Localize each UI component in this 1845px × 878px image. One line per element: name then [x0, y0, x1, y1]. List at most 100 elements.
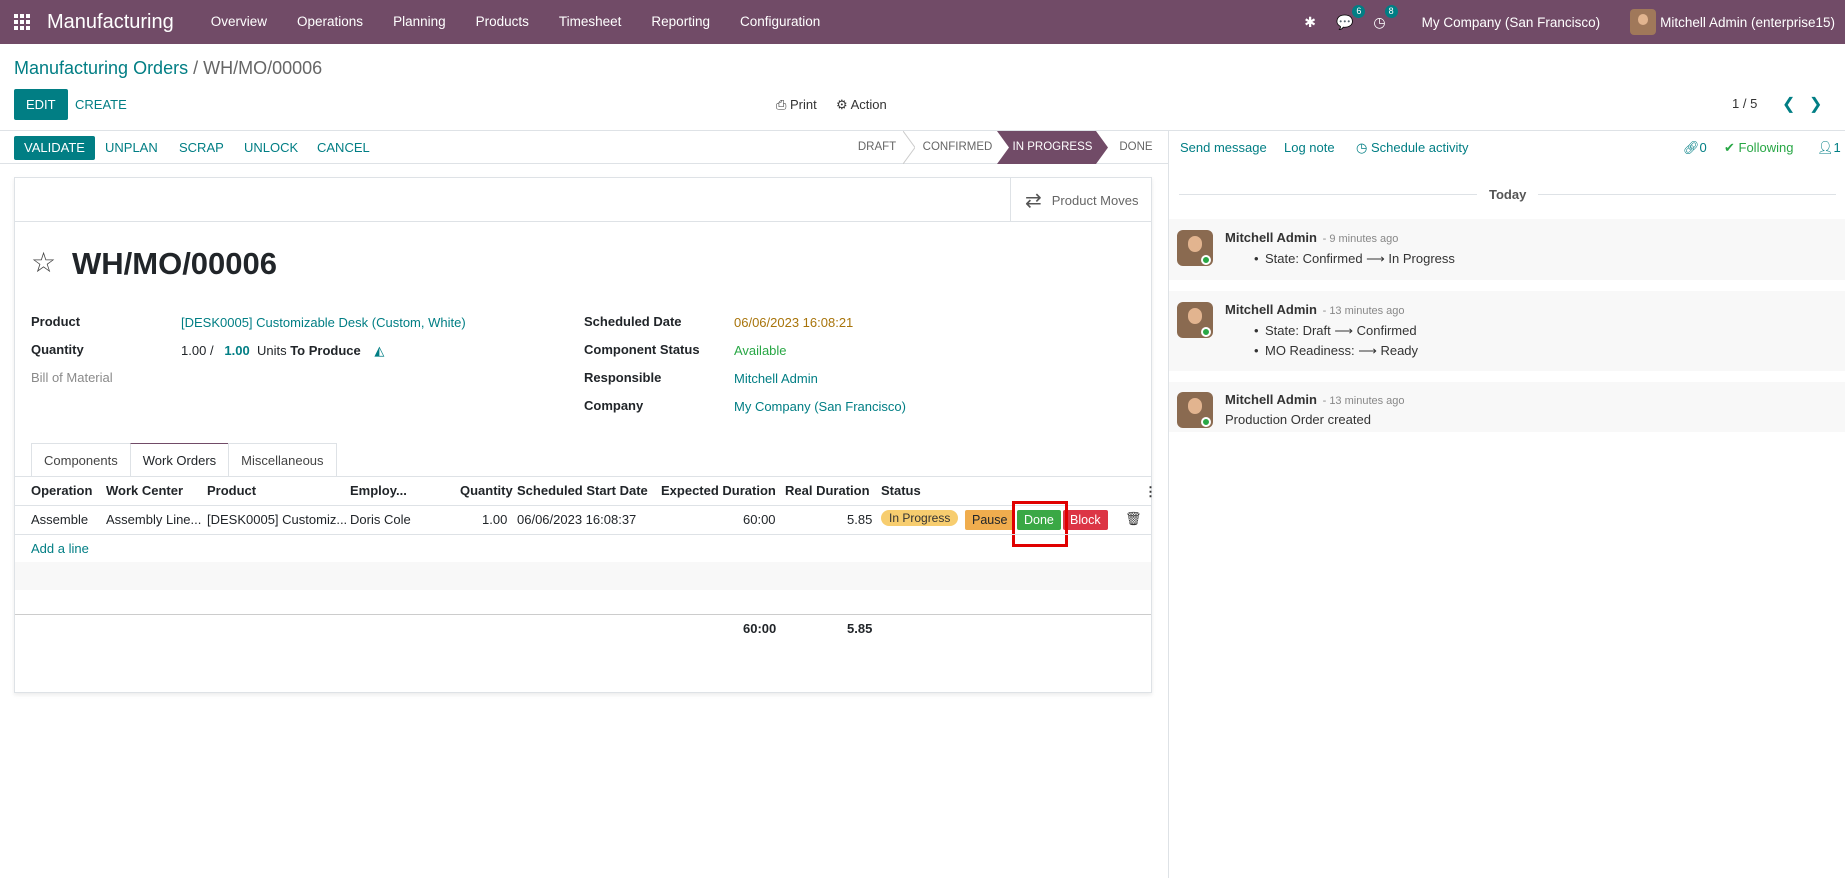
add-line-link[interactable]: Add a line: [31, 541, 89, 556]
top-navbar: Manufacturing Overview Operations Planni…: [0, 0, 1845, 44]
favorite-star-icon[interactable]: ☆: [31, 246, 56, 279]
column-expected-duration[interactable]: Expected Duration: [661, 483, 776, 498]
debug-bug-icon[interactable]: ✱: [1304, 14, 1316, 31]
schedule-activity-button[interactable]: ◷ Schedule activity: [1356, 140, 1469, 156]
unplan-button[interactable]: UNPLAN: [105, 136, 158, 160]
total-expected-duration: 60:00: [743, 621, 777, 636]
component-status-label: Component Status: [584, 342, 700, 357]
quantity-separator: /: [209, 343, 214, 358]
column-status[interactable]: Status: [881, 483, 921, 498]
forecast-chart-icon[interactable]: ◭: [374, 343, 384, 358]
column-product[interactable]: Product: [207, 483, 256, 498]
following-button[interactable]: ✔ Following: [1724, 140, 1793, 156]
attachments-button[interactable]: 🔗︎0: [1683, 140, 1707, 156]
pager-next-icon[interactable]: ❯: [1809, 94, 1822, 114]
unlock-button[interactable]: UNLOCK: [244, 136, 298, 160]
cell-scheduled-start: 06/06/2023 16:08:37: [517, 512, 637, 527]
activities-badge: 8: [1384, 4, 1398, 18]
breadcrumb: Manufacturing Orders / WH/MO/00006: [14, 58, 322, 79]
quantity-total: 1.00: [224, 343, 250, 358]
chatter: Send message Log note ◷ Schedule activit…: [1168, 131, 1845, 878]
exchange-arrows-icon: ⇄: [1025, 189, 1042, 212]
column-employee[interactable]: Employ...: [350, 483, 407, 498]
responsible-field[interactable]: Mitchell Admin: [734, 371, 818, 386]
record-title: WH/MO/00006: [72, 246, 278, 281]
column-quantity[interactable]: Quantity: [460, 483, 513, 498]
company-label: Company: [584, 398, 644, 413]
today-separator: Today: [1489, 187, 1527, 202]
message-time: - 13 minutes ago: [1322, 395, 1405, 407]
cancel-button[interactable]: CANCEL: [317, 136, 370, 160]
tab-miscellaneous[interactable]: Miscellaneous: [228, 443, 337, 476]
create-button[interactable]: CREATE: [75, 89, 127, 120]
breadcrumb-separator: /: [193, 58, 199, 78]
quantity-done: 1.00: [181, 343, 207, 358]
tracking-line: MO Readiness: ⟶ Ready: [1254, 343, 1418, 359]
menu-products[interactable]: Products: [461, 0, 544, 44]
column-work-center[interactable]: Work Center: [106, 483, 183, 498]
menu-planning[interactable]: Planning: [378, 0, 461, 44]
company-switcher[interactable]: My Company (San Francisco): [1422, 15, 1601, 30]
action-button[interactable]: ⚙ Action: [836, 97, 887, 113]
today-line-left: [1179, 194, 1477, 195]
breadcrumb-parent[interactable]: Manufacturing Orders: [14, 58, 188, 78]
quantity-label: Quantity: [31, 342, 84, 357]
stage-confirmed[interactable]: CONFIRMED: [915, 131, 1000, 164]
validate-button[interactable]: VALIDATE: [14, 136, 95, 160]
block-button[interactable]: Block: [1063, 510, 1108, 530]
pager-previous-icon[interactable]: ❮: [1782, 94, 1795, 114]
menu-operations[interactable]: Operations: [282, 0, 378, 44]
footer-divider: [15, 614, 1151, 615]
to-produce-label: To Produce: [290, 343, 361, 358]
stage-done[interactable]: DONE: [1108, 131, 1164, 164]
user-menu[interactable]: Mitchell Admin (enterprise15): [1630, 9, 1835, 35]
apps-menu-icon[interactable]: [0, 0, 44, 44]
pager-value[interactable]: 1 / 5: [1732, 96, 1757, 111]
column-real-duration[interactable]: Real Duration: [785, 483, 870, 498]
product-moves-button[interactable]: ⇄ Product Moves: [1010, 178, 1151, 222]
stage-draft[interactable]: DRAFT: [845, 131, 909, 164]
message-body: Production Order created: [1225, 412, 1371, 427]
optional-columns-icon[interactable]: ⋮: [1144, 484, 1157, 500]
column-scheduled-start[interactable]: Scheduled Start Date: [517, 483, 648, 498]
component-status-field: Available: [734, 343, 787, 358]
scheduled-date-field[interactable]: 06/06/2023 16:08:21: [734, 315, 853, 330]
edit-button[interactable]: EDIT: [14, 89, 68, 120]
total-real-duration: 5.85: [847, 621, 873, 636]
activities-clock-icon[interactable]: ◷ 8: [1373, 4, 1398, 31]
tab-work-orders[interactable]: Work Orders: [129, 443, 230, 476]
product-field[interactable]: [DESK0005] Customizable Desk (Custom, Wh…: [181, 315, 466, 330]
message-author[interactable]: Mitchell Admin - 13 minutes ago: [1225, 392, 1405, 407]
pause-button[interactable]: Pause: [965, 510, 1015, 530]
menu-configuration[interactable]: Configuration: [725, 0, 835, 44]
menu-reporting[interactable]: Reporting: [636, 0, 725, 44]
message-time: - 13 minutes ago: [1322, 305, 1405, 317]
message-time: - 9 minutes ago: [1322, 233, 1399, 245]
trash-icon[interactable]: 🗑: [1125, 511, 1142, 527]
menu-overview[interactable]: Overview: [196, 0, 282, 44]
log-note-button[interactable]: Log note: [1284, 140, 1335, 155]
uom: Units: [256, 343, 287, 358]
messages-icon[interactable]: 💬 6: [1336, 4, 1366, 31]
menu-timesheet[interactable]: Timesheet: [544, 0, 637, 44]
form-statusbar: VALIDATE UNPLAN SCRAP UNLOCK CANCEL DRAF…: [0, 131, 1168, 164]
message-author[interactable]: Mitchell Admin - 13 minutes ago: [1225, 302, 1405, 317]
print-button[interactable]: ⎙ Print: [776, 97, 817, 113]
gear-icon: ⚙: [836, 97, 851, 112]
status-badge: In Progress: [881, 510, 959, 526]
column-operation[interactable]: Operation: [31, 483, 92, 498]
chatter-message: Mitchell Admin - 13 minutes ago State: D…: [1169, 291, 1845, 371]
header-divider: [15, 505, 1151, 506]
scrap-button[interactable]: SCRAP: [179, 136, 224, 160]
company-field[interactable]: My Company (San Francisco): [734, 399, 906, 414]
user-avatar: [1630, 9, 1657, 35]
app-title[interactable]: Manufacturing: [47, 11, 174, 34]
message-author[interactable]: Mitchell Admin - 9 minutes ago: [1225, 230, 1398, 245]
today-line-right: [1538, 194, 1836, 195]
cell-product: [DESK0005] Customiz...: [207, 512, 348, 527]
followers-button[interactable]: 👤︎1: [1817, 140, 1841, 156]
notebook-tabs: Components Work Orders Miscellaneous: [31, 443, 337, 476]
cell-quantity: 1.00: [482, 512, 508, 527]
send-message-button[interactable]: Send message: [1180, 140, 1267, 155]
tab-components[interactable]: Components: [31, 443, 131, 476]
